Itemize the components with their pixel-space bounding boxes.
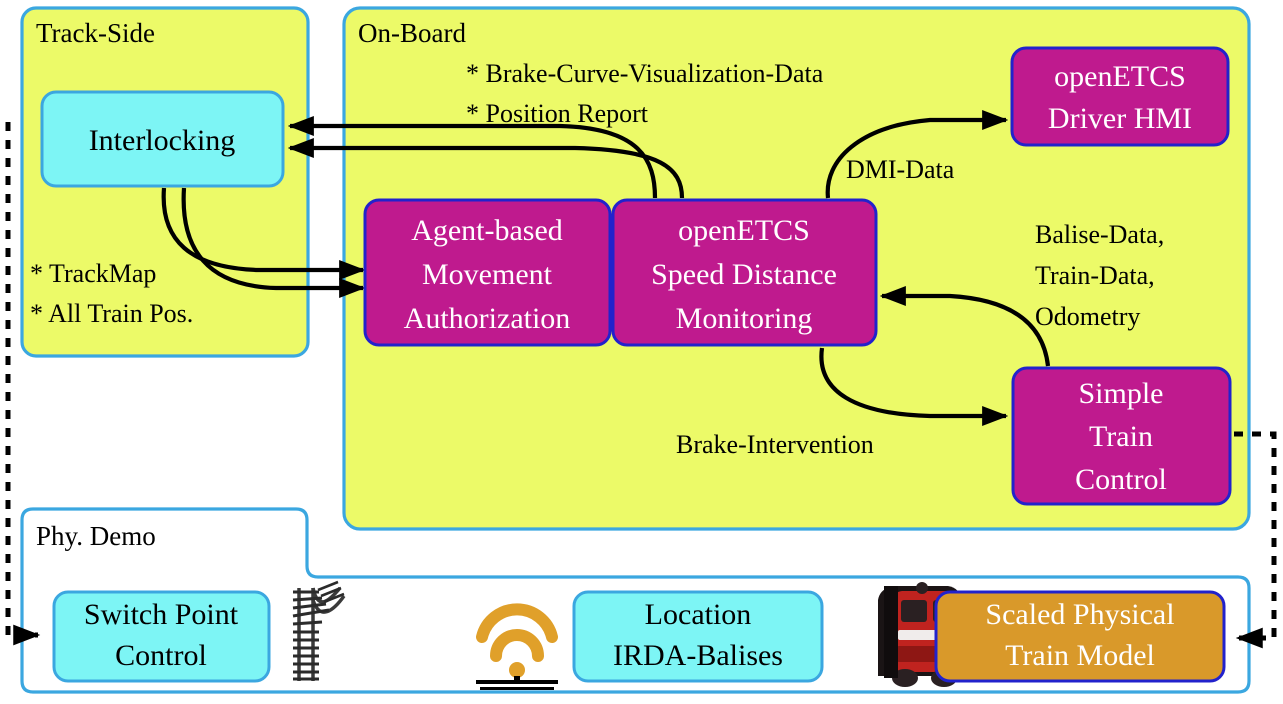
switch-point-control-line2: Control xyxy=(115,639,207,672)
on-board-label: On-Board xyxy=(358,18,466,48)
node-simple-train-control[interactable]: Simple Train Control xyxy=(1011,366,1232,506)
simple-train-control-line2: Train xyxy=(1089,420,1153,453)
architecture-diagram: Phy. Demo Track-Side On-Board Interlocki… xyxy=(0,0,1283,704)
brake-intervention-label: Brake-Intervention xyxy=(676,430,874,459)
openetcs-sdm-line1: openETCS xyxy=(678,214,810,247)
track-side-note-line2: * All Train Pos. xyxy=(30,299,193,328)
node-interlocking[interactable]: Interlocking xyxy=(40,90,285,188)
agent-based-ma-line1: Agent-based xyxy=(411,214,563,247)
agent-based-ma-line3: Authorization xyxy=(404,302,571,335)
track-side-note-line1: * TrackMap xyxy=(30,259,156,288)
simple-train-control-line3: Control xyxy=(1075,463,1167,496)
phy-demo-label: Phy. Demo xyxy=(36,521,156,551)
balise-label-line2: Train-Data, xyxy=(1035,261,1155,290)
on-board-note-line2: * Position Report xyxy=(466,99,649,128)
openetcs-sdm-line3: Monitoring xyxy=(676,302,813,335)
node-scaled-physical-train-model[interactable]: Scaled Physical Train Model xyxy=(934,590,1226,683)
node-agent-based-movement-authorization[interactable]: Agent-based Movement Authorization xyxy=(363,198,612,347)
balise-label-line1: Balise-Data, xyxy=(1035,220,1164,249)
diagram-canvas: Phy. Demo Track-Side On-Board Interlocki… xyxy=(5,6,1277,694)
switch-point-control-line1: Switch Point xyxy=(84,598,239,631)
agent-based-ma-line2: Movement xyxy=(422,258,553,291)
driver-hmi-line2: Driver HMI xyxy=(1048,102,1192,135)
dmi-data-label: DMI-Data xyxy=(846,155,955,184)
node-openetcs-driver-hmi[interactable]: openETCS Driver HMI xyxy=(1010,46,1230,147)
location-irda-line2: IRDA-Balises xyxy=(613,639,783,672)
scaled-train-model-line1: Scaled Physical xyxy=(985,598,1174,631)
driver-hmi-line1: openETCS xyxy=(1054,60,1186,93)
node-location-irda-balises[interactable]: Location IRDA-Balises xyxy=(572,590,824,683)
openetcs-sdm-line2: Speed Distance xyxy=(651,258,837,291)
track-side-label: Track-Side xyxy=(36,18,155,48)
on-board-note-line1: * Brake-Curve-Visualization-Data xyxy=(466,59,824,88)
balise-label-line3: Odometry xyxy=(1035,302,1140,331)
node-openetcs-speed-distance-monitoring[interactable]: openETCS Speed Distance Monitoring xyxy=(611,198,878,347)
location-irda-line1: Location xyxy=(645,598,752,631)
node-switch-point-control[interactable]: Switch Point Control xyxy=(52,590,271,683)
simple-train-control-line1: Simple xyxy=(1078,377,1163,410)
interlocking-label: Interlocking xyxy=(89,124,236,157)
scaled-train-model-line2: Train Model xyxy=(1005,639,1155,672)
